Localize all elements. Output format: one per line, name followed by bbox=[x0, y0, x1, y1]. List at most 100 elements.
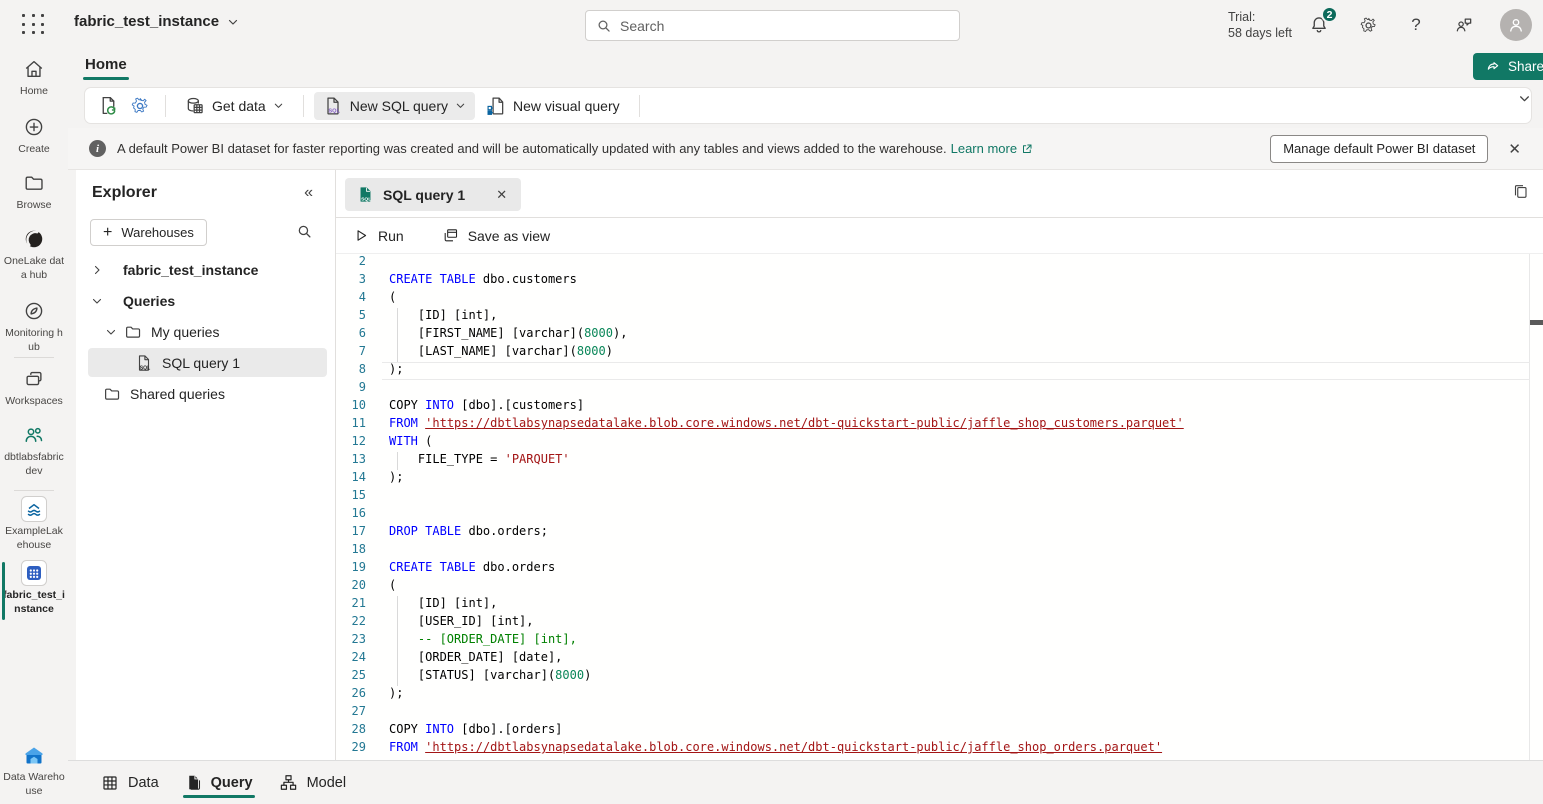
line-number: 8 bbox=[336, 362, 366, 380]
get-data-button[interactable]: Get data bbox=[176, 92, 293, 120]
chevron-right-icon[interactable] bbox=[89, 264, 105, 276]
code-line-18[interactable]: 18 bbox=[336, 542, 1543, 560]
app-launcher-icon[interactable] bbox=[22, 14, 46, 36]
code-line-13[interactable]: 13 FILE_TYPE = 'PARQUET' bbox=[336, 452, 1543, 470]
tree-item-sql-query-1[interactable]: SQLSQL query 1 bbox=[76, 347, 335, 378]
tree-item-queries[interactable]: Queries bbox=[76, 285, 335, 316]
tree-item-shared-queries[interactable]: Shared queries bbox=[76, 378, 335, 409]
tree-item-my-queries[interactable]: My queries bbox=[76, 316, 335, 347]
rail-item-monitoring-hub[interactable]: Monitoring hub bbox=[0, 300, 68, 354]
code-line-27[interactable]: 27 bbox=[336, 704, 1543, 722]
code-line-5[interactable]: 5 [ID] [int], bbox=[336, 308, 1543, 326]
code-line-6[interactable]: 6 [FIRST_NAME] [varchar](8000), bbox=[336, 326, 1543, 344]
add-warehouses-button[interactable]: + Warehouses bbox=[90, 219, 207, 246]
code-line-23[interactable]: 23 -- [ORDER_DATE] [int], bbox=[336, 632, 1543, 650]
feedback-button[interactable] bbox=[1452, 13, 1476, 37]
trial-label: Trial: bbox=[1228, 9, 1292, 25]
line-number: 21 bbox=[336, 596, 366, 614]
run-button[interactable]: Run bbox=[348, 224, 410, 248]
code-line-12[interactable]: 12WITH ( bbox=[336, 434, 1543, 452]
rail-item-home[interactable]: Home bbox=[0, 58, 68, 98]
query-actions-bar: Run Save as view bbox=[336, 218, 1543, 254]
share-icon bbox=[1485, 59, 1501, 75]
chevron-down-icon[interactable] bbox=[89, 295, 105, 307]
rail-item-create[interactable]: Create bbox=[0, 116, 68, 156]
code-text: [USER_ID] [int], bbox=[389, 614, 534, 632]
view-tab-model[interactable]: Model bbox=[273, 761, 353, 804]
collapse-panel-icon[interactable]: « bbox=[304, 184, 313, 202]
line-number: 2 bbox=[336, 254, 366, 272]
code-line-15[interactable]: 15 bbox=[336, 488, 1543, 506]
code-line-9[interactable]: 9 bbox=[336, 380, 1543, 398]
tab-home[interactable]: Home bbox=[83, 52, 129, 80]
code-line-11[interactable]: 11FROM 'https://dbtlabsynapsedatalake.bl… bbox=[336, 416, 1543, 434]
copy-icon[interactable] bbox=[1511, 183, 1529, 201]
rail-item-fabric-test-instance[interactable]: fabric_test_instance bbox=[0, 562, 68, 616]
notification-badge: 2 bbox=[1321, 6, 1338, 23]
notifications-button[interactable]: 2 bbox=[1307, 13, 1331, 37]
code-line-16[interactable]: 16 bbox=[336, 506, 1543, 524]
rail-item-examplelakehouse[interactable]: ExampleLakehouse bbox=[0, 498, 68, 552]
help-button[interactable]: ? bbox=[1404, 13, 1428, 37]
visual-query-document-icon bbox=[486, 96, 506, 116]
code-line-4[interactable]: 4( bbox=[336, 290, 1543, 308]
close-tab-icon[interactable]: ✕ bbox=[496, 187, 507, 203]
new-visual-query-button[interactable]: New visual query bbox=[477, 92, 629, 120]
share-button[interactable]: Share bbox=[1473, 53, 1543, 80]
workspace-switcher[interactable]: fabric_test_instance bbox=[74, 13, 239, 30]
code-text: CREATE TABLE dbo.customers bbox=[389, 272, 577, 290]
code-line-17[interactable]: 17DROP TABLE dbo.orders; bbox=[336, 524, 1543, 542]
code-line-3[interactable]: 3CREATE TABLE dbo.customers bbox=[336, 272, 1543, 290]
lakehouse-icon bbox=[20, 498, 48, 520]
view-tab-data[interactable]: Data bbox=[95, 761, 165, 804]
code-line-7[interactable]: 7 [LAST_NAME] [varchar](8000) bbox=[336, 344, 1543, 362]
settings-button[interactable] bbox=[1356, 13, 1380, 37]
save-as-view-button[interactable]: Save as view bbox=[436, 223, 556, 248]
account-avatar[interactable] bbox=[1500, 9, 1532, 41]
code-line-22[interactable]: 22 [USER_ID] [int], bbox=[336, 614, 1543, 632]
code-line-19[interactable]: 19CREATE TABLE dbo.orders bbox=[336, 560, 1543, 578]
global-search[interactable] bbox=[585, 10, 960, 41]
run-label: Run bbox=[378, 228, 404, 244]
query-settings-button[interactable] bbox=[125, 92, 155, 120]
line-number: 14 bbox=[336, 470, 366, 488]
code-line-8[interactable]: 8); bbox=[336, 362, 1543, 380]
rail-item-dbtlabsfabricdev[interactable]: dbtlabsfabricdev bbox=[0, 424, 68, 478]
rail-item-data-warehouse[interactable]: Data Warehouse bbox=[0, 744, 68, 798]
new-visual-query-label: New visual query bbox=[513, 98, 620, 114]
code-line-20[interactable]: 20( bbox=[336, 578, 1543, 596]
tree-item-label: My queries bbox=[151, 324, 219, 340]
code-line-26[interactable]: 26); bbox=[336, 686, 1543, 704]
code-text: ); bbox=[389, 470, 403, 488]
code-line-14[interactable]: 14); bbox=[336, 470, 1543, 488]
manage-default-dataset-button[interactable]: Manage default Power BI dataset bbox=[1270, 135, 1488, 163]
code-line-29[interactable]: 29FROM 'https://dbtlabsynapsedatalake.bl… bbox=[336, 740, 1543, 758]
rail-item-workspaces[interactable]: Workspaces bbox=[0, 368, 68, 408]
query-tab[interactable]: SQL SQL query 1 ✕ bbox=[345, 178, 521, 211]
refresh-button[interactable] bbox=[93, 92, 123, 120]
warehouse-item-icon bbox=[20, 562, 48, 584]
tree-item-fabric-test-instance[interactable]: fabric_test_instance bbox=[76, 254, 335, 285]
rail-item-browse[interactable]: Browse bbox=[0, 172, 68, 212]
view-tab-query[interactable]: Query bbox=[179, 761, 259, 804]
code-line-10[interactable]: 10COPY INTO [dbo].[customers] bbox=[336, 398, 1543, 416]
code-line-28[interactable]: 28COPY INTO [dbo].[orders] bbox=[336, 722, 1543, 740]
search-input[interactable] bbox=[620, 18, 949, 34]
learn-more-link[interactable]: Learn more bbox=[951, 141, 1017, 156]
chevron-down-icon[interactable] bbox=[103, 326, 119, 338]
code-line-25[interactable]: 25 [STATUS] [varchar](8000) bbox=[336, 668, 1543, 686]
code-text: [ID] [int], bbox=[389, 596, 497, 614]
code-line-24[interactable]: 24 [ORDER_DATE] [date], bbox=[336, 650, 1543, 668]
chevron-down-icon bbox=[273, 100, 284, 111]
banner-close-icon[interactable]: ✕ bbox=[1502, 138, 1527, 160]
explorer-search-icon[interactable] bbox=[296, 223, 313, 240]
code-line-21[interactable]: 21 [ID] [int], bbox=[336, 596, 1543, 614]
new-sql-query-button[interactable]: SQL New SQL query bbox=[314, 92, 475, 120]
model-icon bbox=[279, 773, 298, 792]
code-text: DROP TABLE dbo.orders; bbox=[389, 524, 548, 542]
toolbar-collapse-chevron[interactable] bbox=[1518, 92, 1531, 105]
rail-item-onelake-data-hub[interactable]: OneLake data hub bbox=[0, 228, 68, 282]
sql-code-editor[interactable]: 23CREATE TABLE dbo.customers4(5 [ID] [in… bbox=[336, 254, 1543, 760]
tree-item-label: Queries bbox=[123, 293, 175, 309]
code-line-2[interactable]: 2 bbox=[336, 254, 1543, 272]
